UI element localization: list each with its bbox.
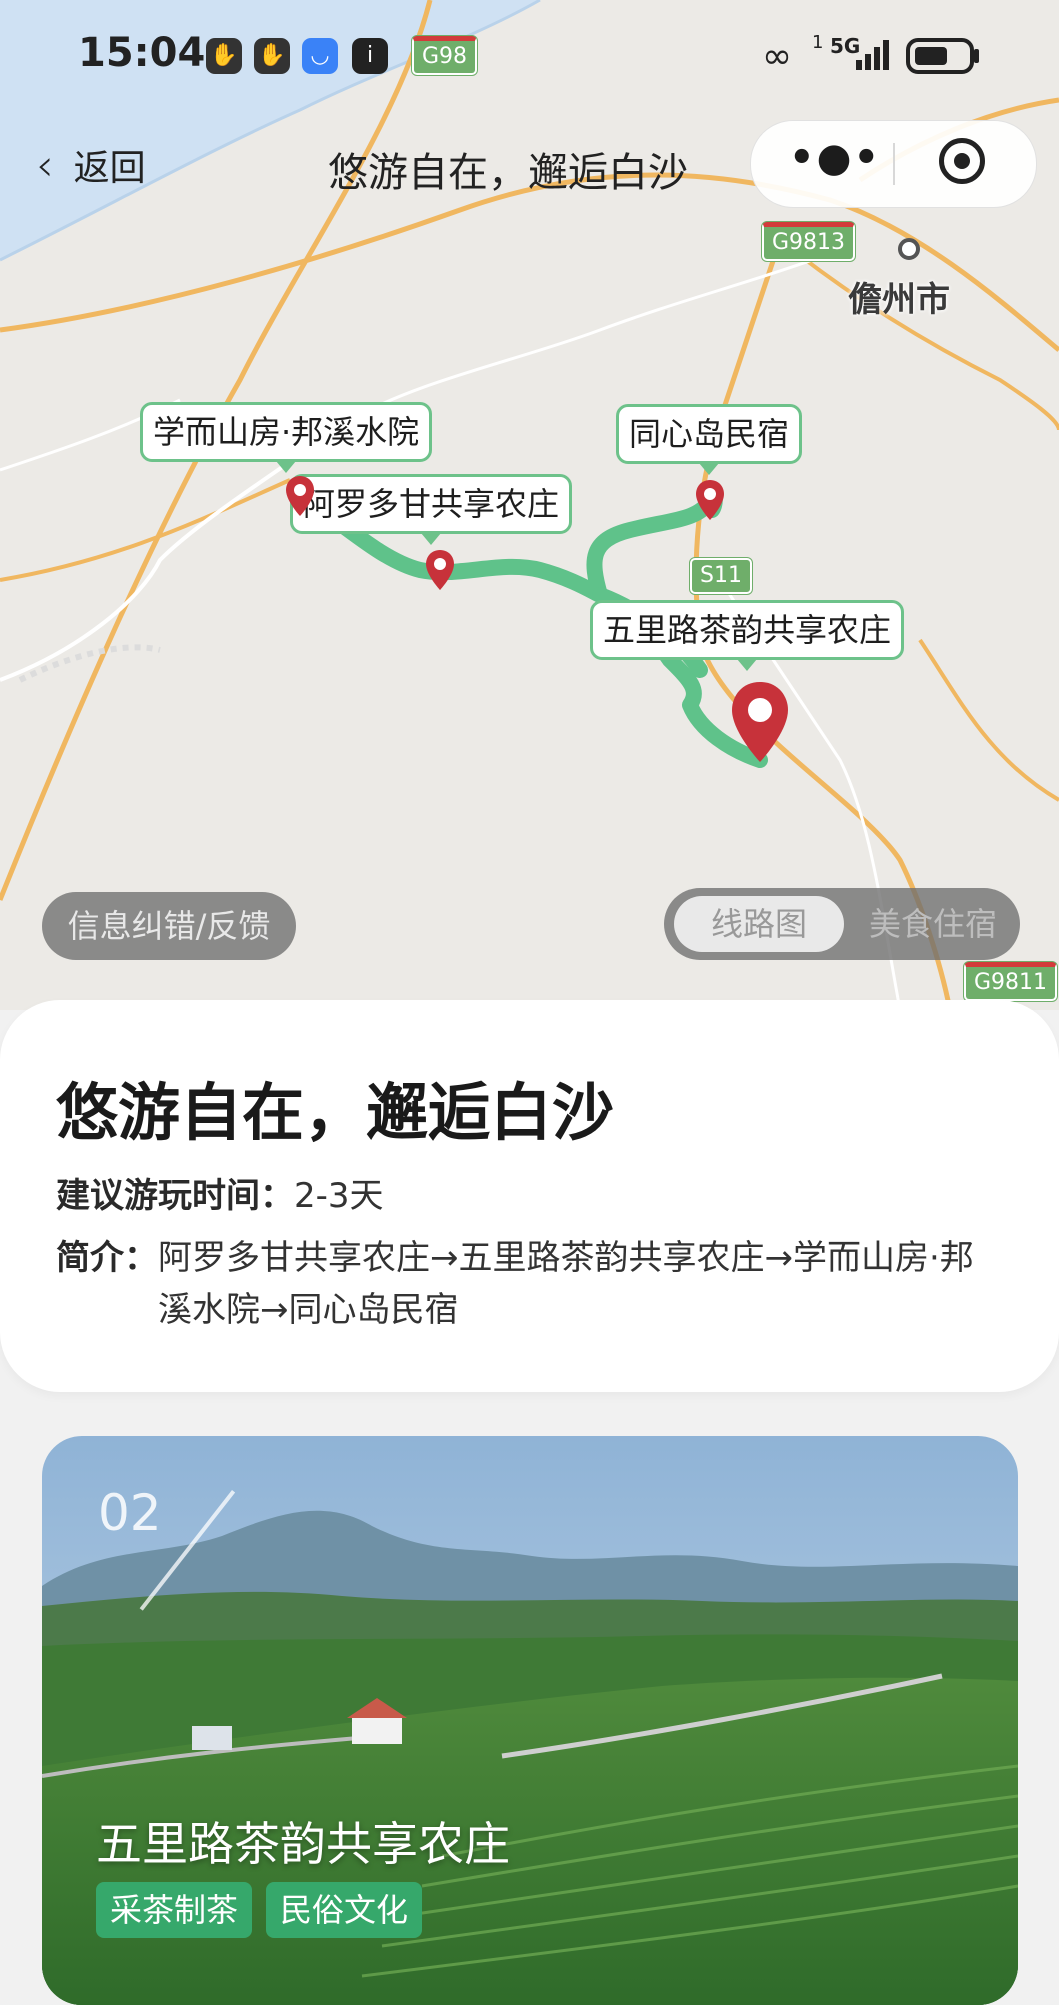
map-pin-icon[interactable]	[284, 474, 316, 518]
city-label: 儋州市	[848, 280, 950, 320]
page-title: 悠游自在，邂逅白沙	[328, 150, 688, 196]
sim-index: 1	[812, 32, 824, 53]
battery-icon	[906, 38, 979, 74]
duration-row: 建议游玩时间：2-3天	[56, 1170, 384, 1222]
route-map[interactable]: G98 G9813 S11 G9811 儋州市 学而山房·邦溪水院 同心岛民宿 …	[0, 0, 1059, 1010]
app-store-icon: ◡	[302, 38, 338, 74]
intro-key: 简介：	[56, 1238, 158, 1278]
poi-callout-aluoduogan[interactable]: 阿罗多甘共享农庄	[290, 474, 573, 545]
notification-hand-icon: ✋	[206, 38, 242, 74]
map-pin-icon[interactable]	[694, 478, 726, 522]
road-shield-s11: S11	[690, 558, 752, 594]
poi-callout-xueer[interactable]: 学而山房·邦溪水院	[140, 402, 433, 473]
city-dot	[898, 238, 920, 260]
poi-callout-tongxindao[interactable]: 同心岛民宿	[616, 404, 803, 475]
status-time: 15:04	[78, 30, 206, 76]
notification-hand-icon: ✋	[254, 38, 290, 74]
tag-folk-culture: 民俗文化	[266, 1882, 423, 1938]
intro-value: 阿罗多甘共享农庄→五里路茶韵共享农庄→学而山房·邦溪水院→同心岛民宿	[158, 1238, 974, 1330]
poi-callout-wulilu[interactable]: 五里路茶韵共享农庄	[590, 600, 905, 671]
duration-value: 2-3天	[294, 1176, 384, 1216]
duration-key: 建议游玩时间：	[56, 1176, 294, 1216]
road-shield-g9813: G9813	[762, 222, 856, 261]
route-title: 悠游自在，邂逅白沙	[56, 1076, 615, 1149]
attraction-name: 五里路茶韵共享农庄	[96, 1817, 510, 1871]
route-info-card: 悠游自在，邂逅白沙 建议游玩时间：2-3天 简介： 阿罗多甘共享农庄→五里路茶韵…	[0, 1000, 1059, 1392]
chevron-left-icon: ‹	[36, 139, 54, 191]
more-icon[interactable]: •●•	[789, 135, 881, 181]
signal-icon	[856, 40, 889, 70]
toggle-route-map[interactable]: 线路图	[674, 896, 844, 952]
tag-tea-picking: 采茶制茶	[96, 1882, 253, 1938]
card-index: 02	[98, 1484, 162, 1542]
intro-row: 简介： 阿罗多甘共享农庄→五里路茶韵共享农庄→学而山房·邦溪水院→同心岛民宿	[56, 1232, 1006, 1336]
feedback-button[interactable]: 信息纠错/反馈	[42, 892, 296, 960]
map-mode-toggle: 线路图 美食住宿	[664, 888, 1020, 960]
back-button[interactable]: ‹ 返回	[36, 139, 146, 191]
info-icon: i	[352, 38, 388, 74]
hotspot-icon: ∞	[762, 36, 792, 77]
road-shield-g9811: G9811	[964, 962, 1058, 1001]
attraction-card[interactable]: 02 五里路茶韵共享农庄 采茶制茶 民俗文化	[42, 1436, 1018, 2005]
close-target-icon[interactable]	[939, 138, 985, 184]
toggle-food-lodging[interactable]: 美食住宿	[858, 896, 1008, 952]
back-label: 返回	[73, 148, 146, 189]
status-bar: 15:04 ✋ ✋ ◡ i ∞ 1 5G	[0, 0, 1059, 110]
map-pin-selected-icon[interactable]	[728, 676, 792, 768]
map-pin-icon[interactable]	[424, 548, 456, 592]
capsule-divider	[893, 143, 895, 185]
nav-bar: ‹ 返回 悠游自在，邂逅白沙 •●•	[0, 110, 1059, 220]
miniprogram-capsule: •●•	[750, 120, 1037, 208]
